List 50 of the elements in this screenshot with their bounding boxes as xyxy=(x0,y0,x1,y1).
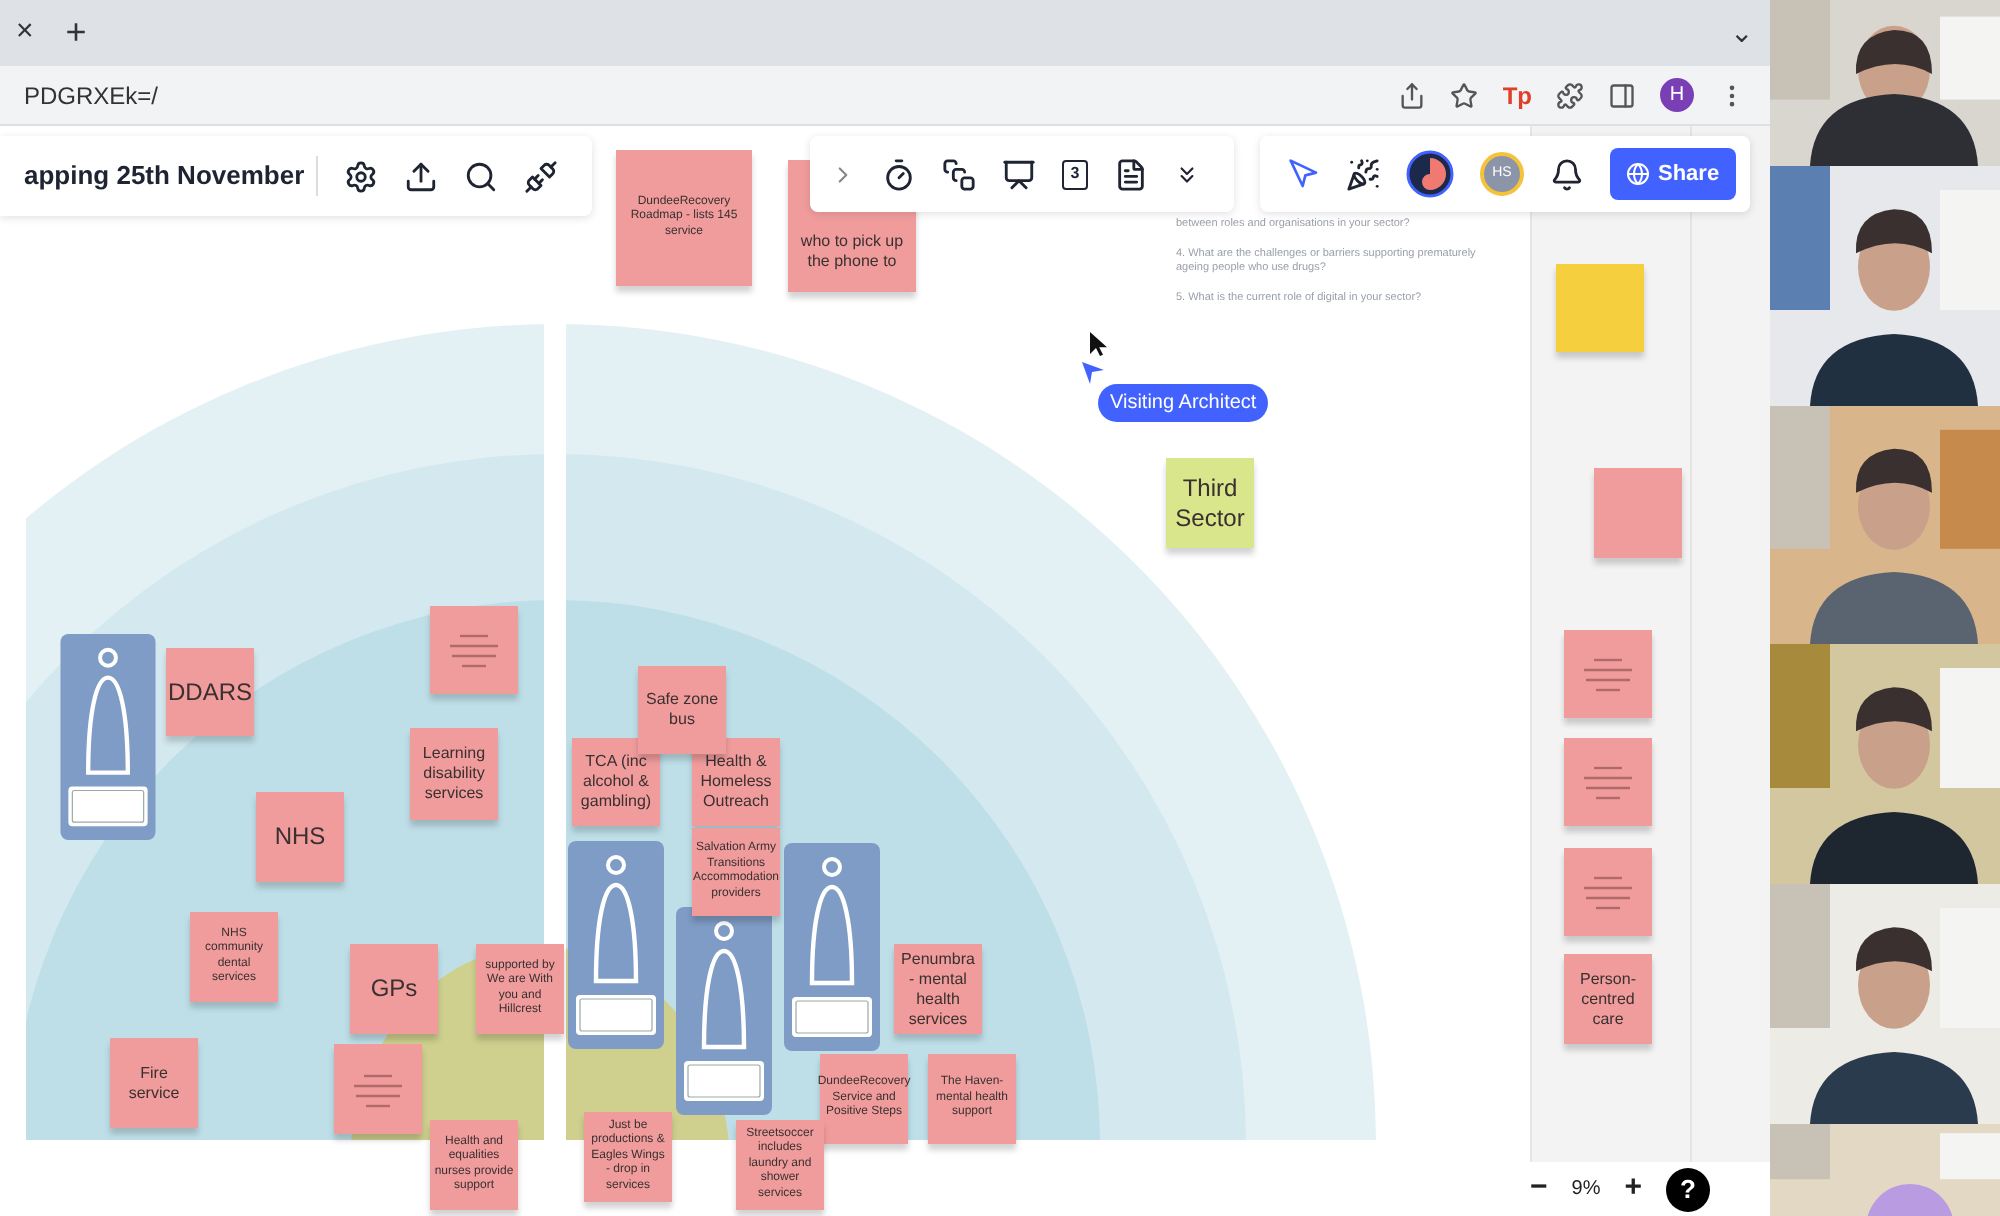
globe-icon xyxy=(1626,162,1650,186)
sticky-note: Health & Homeless Outreach xyxy=(692,738,780,826)
zoom-level[interactable]: 9% xyxy=(1571,1174,1601,1204)
sticky-note: TCA (inc alcohol & gambling) xyxy=(572,738,660,826)
bookmark-star-icon[interactable] xyxy=(1450,81,1479,109)
sticky-note: GPs xyxy=(350,944,438,1034)
blurred-text-drawing xyxy=(1578,874,1638,910)
blurred-text-drawing xyxy=(444,632,504,668)
plug-icon[interactable] xyxy=(524,159,559,193)
zoom-out-button[interactable]: − xyxy=(1530,1166,1548,1212)
sticky-note: Third Sector xyxy=(1166,458,1254,548)
help-button[interactable]: ? xyxy=(1665,1167,1710,1211)
mouse-pointer-icon xyxy=(1090,332,1108,358)
profile-avatar[interactable]: H xyxy=(1660,78,1694,112)
user-avatar[interactable] xyxy=(1406,150,1454,198)
calendar-button[interactable]: 3 xyxy=(1062,159,1088,189)
blurred-text-drawing xyxy=(348,1071,408,1107)
sticky-note: Penumbra - mental health services xyxy=(894,944,982,1034)
sticky-note: DDARS xyxy=(166,648,254,736)
new-tab-button[interactable]: + xyxy=(65,6,87,60)
blurred-text-drawing xyxy=(1578,656,1638,692)
sticky-note: Learning disability services xyxy=(410,728,498,820)
search-icon[interactable] xyxy=(464,159,499,193)
cursor-icon[interactable] xyxy=(1288,158,1320,190)
more-icon[interactable] xyxy=(1174,161,1200,187)
cursor-label: Visiting Architect xyxy=(1098,384,1269,422)
upload-icon[interactable] xyxy=(404,159,439,193)
presentation-icon[interactable] xyxy=(1002,157,1036,191)
tab-list-button[interactable]: ⌄ xyxy=(1730,12,1754,54)
card-icon[interactable] xyxy=(942,157,976,191)
sticky-note: Fire service xyxy=(110,1038,198,1128)
notes-icon[interactable] xyxy=(1114,157,1148,191)
side-panel-icon[interactable] xyxy=(1608,81,1636,109)
blurred-text-drawing xyxy=(1578,764,1638,800)
notification-bell-icon[interactable] xyxy=(1550,157,1584,191)
tab-close-button[interactable]: × xyxy=(16,10,34,56)
extension-icon[interactable]: Tp xyxy=(1502,77,1532,113)
collaborator-cursor-icon xyxy=(1082,362,1104,384)
sticky-note: NHS xyxy=(256,792,344,882)
party-popper-icon[interactable] xyxy=(1346,157,1380,191)
settings-icon[interactable] xyxy=(344,159,379,193)
sticky-note: Safe zone bus xyxy=(638,666,726,754)
board-title[interactable]: apping 25th November xyxy=(24,156,319,196)
address-field[interactable]: PDGRXEk=/ xyxy=(24,77,159,113)
zoom-in-button[interactable]: + xyxy=(1624,1166,1642,1212)
sticky-note: Person-centred care xyxy=(1564,954,1652,1044)
puzzle-icon[interactable] xyxy=(1556,81,1584,109)
share-page-icon[interactable] xyxy=(1398,81,1427,109)
timer-icon[interactable] xyxy=(882,157,916,191)
share-button[interactable]: Share xyxy=(1610,147,1736,201)
